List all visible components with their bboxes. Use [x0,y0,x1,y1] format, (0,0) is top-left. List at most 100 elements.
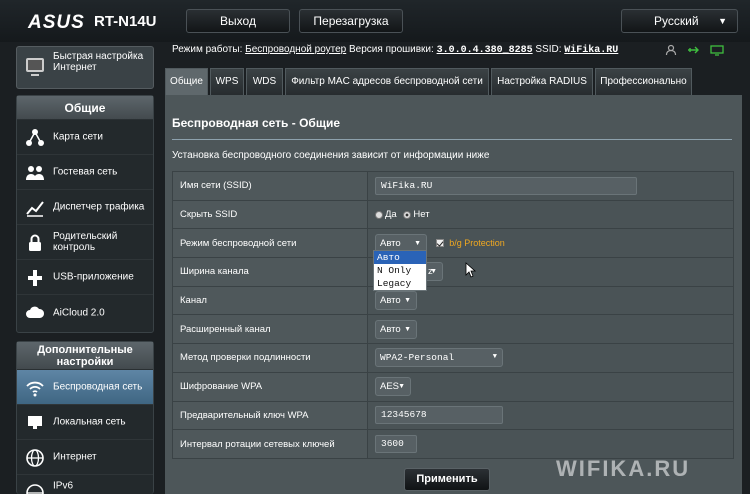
clients-icon[interactable] [665,44,680,59]
sidebar-item-label: Диспетчер трафика [53,201,145,213]
hide-ssid-yes-label: Да [385,209,397,221]
traffic-manager-icon [25,198,45,218]
bg-protection-label: b/g Protection [449,238,505,249]
parental-control-icon [25,233,45,253]
channel-label: Канал [172,285,368,316]
sidebar-item-guest-network[interactable]: Гостевая сеть [17,155,153,190]
usb-status-icon[interactable] [686,45,703,59]
language-select[interactable]: Русский ▼ [621,9,738,33]
ext-channel-select[interactable]: Авто ▼ [375,319,417,339]
sidebar-item-label: Карта сети [53,131,103,143]
sidebar-item-aicloud[interactable]: AiCloud 2.0 [17,295,153,330]
sidebar-item-wireless[interactable]: Беспроводная сеть [17,370,153,405]
wireless-settings-table: Имя сети (SSID) WiFika.RU Скрыть SSID Да… [172,171,734,459]
sidebar-item-label: Локальная сеть [53,416,126,428]
sidebar-item-network-map[interactable]: Карта сети [17,120,153,155]
chevron-down-icon: ▼ [492,353,497,362]
tab-wps[interactable]: WPS [210,68,244,95]
chevron-down-icon: ▼ [404,325,411,333]
sidebar-general-header: Общие [17,96,153,120]
table-row: Шифрование WPA AES ▼ [172,371,734,402]
wireless-mode-value: Авто [380,237,401,249]
sidebar-item-traffic-manager[interactable]: Диспетчер трафика [17,190,153,225]
quick-setup-label: Быстрая настройка Интернет [53,51,144,73]
dropdown-option-auto[interactable]: Авто [374,251,426,264]
hide-ssid-label: Скрыть SSID [172,199,368,230]
tab-general[interactable]: Общие [165,68,208,95]
logout-button[interactable]: Выход [186,9,290,33]
table-row: Предварительный ключ WPA 12345678 [172,400,734,431]
channel-select[interactable]: Авто ▼ [375,291,417,311]
tab-professional[interactable]: Профессионально [595,68,692,95]
table-row: Метод проверки подлинности WPA2-Personal… [172,343,734,373]
network-status-icon[interactable] [710,45,724,59]
hide-ssid-no-radio[interactable] [403,210,412,219]
sidebar-item-label: Гостевая сеть [53,166,118,178]
tab-mac-filter[interactable]: Фильтр MAC адресов беспроводной сети [285,68,489,95]
wpa-psk-label: Предварительный ключ WPA [172,400,368,431]
wireless-icon [25,378,45,398]
ext-channel-label: Расширенный канал [172,314,368,345]
sidebar-item-usb-app[interactable]: USB-приложение [17,260,153,295]
sidebar-item-lan[interactable]: Локальная сеть [17,405,153,440]
sidebar-item-label: IPv6 [53,480,74,492]
hide-ssid-no-label: Нет [413,209,430,221]
table-row: Канал Авто ▼ [172,285,734,316]
dropdown-option-n-only[interactable]: N Only [374,264,426,277]
status-icons [665,44,730,59]
sidebar-item-label: AiCloud 2.0 [53,307,105,318]
mode-label: Режим работы: [172,44,243,55]
channel-value: Авто [380,295,401,307]
usb-app-icon [25,268,45,288]
internet-icon [25,448,45,468]
wpa-encryption-label: Шифрование WPA [172,371,368,402]
status-line: Режим работы: Беспроводной роутер Версия… [172,44,618,56]
firmware-link[interactable]: 3.0.0.4.380_8285 [437,45,533,56]
tab-wds[interactable]: WDS [246,68,283,95]
quick-setup-icon [24,55,46,77]
guest-network-icon [25,163,45,183]
wpa-encryption-select[interactable]: AES ▼ [375,377,411,397]
table-row: Ширина канала z ▼ [172,257,734,287]
sidebar-advanced-header: Дополнительные настройки [17,342,153,370]
mode-link[interactable]: Беспроводной роутер [245,44,346,55]
table-row: Имя сети (SSID) WiFika.RU [172,171,734,201]
auth-method-select[interactable]: WPA2-Personal ▼ [375,348,503,368]
key-rotation-input[interactable]: 3600 [375,435,417,454]
hide-ssid-yes-radio[interactable] [375,210,383,219]
reboot-button[interactable]: Перезагрузка [299,9,403,33]
wireless-mode-dropdown: Авто N Only Legacy [373,250,427,291]
bg-protection-checkbox[interactable] [435,239,444,248]
ssid-input[interactable]: WiFika.RU [375,176,637,195]
model-name: RT-N14U [94,13,157,30]
ssid-label: Имя сети (SSID) [172,171,368,201]
sidebar-item-ipv6[interactable]: IPv6 [17,475,153,494]
title-divider [172,139,732,140]
tab-radius[interactable]: Настройка RADIUS [491,68,593,95]
site-watermark: WIFIKA.RU [556,456,691,481]
ext-channel-value: Авто [380,323,401,335]
wpa-psk-input[interactable]: 12345678 [375,406,503,425]
ipv6-icon [25,483,45,494]
page-description: Установка беспроводного соединения завис… [172,150,490,161]
wpa-encryption-value: AES [380,381,400,393]
ssid-link[interactable]: WiFika.RU [564,45,618,56]
page-title: Беспроводная сеть - Общие [172,116,341,130]
table-row: Расширенный канал Авто ▼ [172,314,734,345]
sidebar-item-label: Родительский контроль [53,231,118,253]
ssid-label: SSID: [535,44,562,55]
sidebar-item-label: Интернет [53,451,97,463]
chevron-down-icon: ▼ [430,268,437,276]
network-map-icon [25,128,45,148]
top-bar: ASUS RT-N14U Выход Перезагрузка Русский … [0,0,750,42]
aicloud-icon [25,303,45,323]
language-value: Русский [654,14,699,28]
bandwidth-label: Ширина канала [172,257,368,287]
table-row: Интервал ротации сетевых ключей 3600 [172,429,734,459]
apply-button[interactable]: Применить [404,468,490,491]
quick-internet-setup[interactable]: Быстрая настройка Интернет [16,46,154,89]
sidebar-item-parental-control[interactable]: Родительский контроль [17,225,153,260]
dropdown-option-legacy[interactable]: Legacy [374,277,426,290]
sidebar-general: Общие Карта сети Гостевая сеть Диспетчер… [16,95,154,333]
sidebar-item-internet[interactable]: Интернет [17,440,153,475]
